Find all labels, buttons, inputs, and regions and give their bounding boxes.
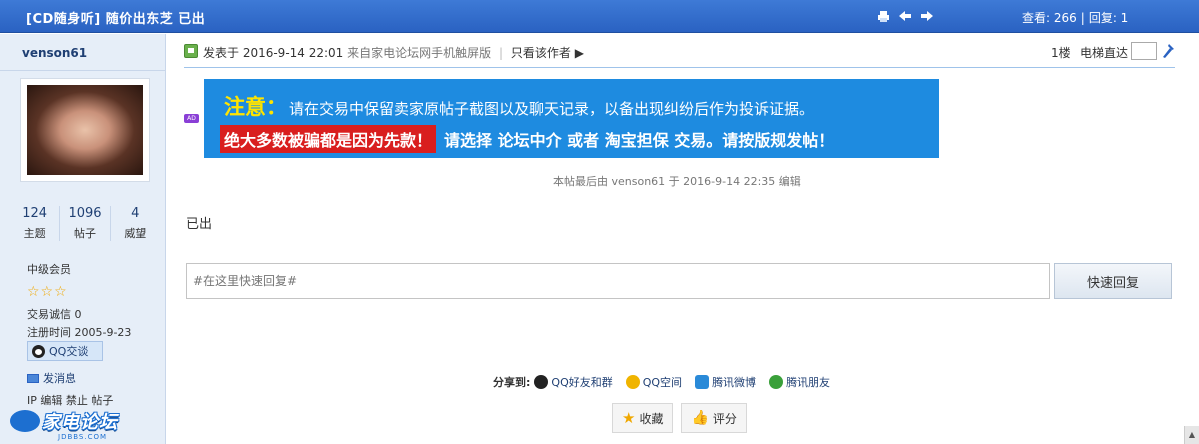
user-rank[interactable]: 中级会员 bbox=[27, 261, 71, 277]
quick-reply-button[interactable]: 快速回复 bbox=[1054, 263, 1172, 299]
replies-count: 回复: 1 bbox=[1088, 11, 1129, 25]
ad-tag: AD bbox=[184, 114, 199, 123]
elevator-input[interactable] bbox=[1131, 42, 1157, 60]
banner-line-2: 绝大多数被骗都是因为先款！ 请选择 论坛中介 或者 淘宝担保 交易。请按版规发帖… bbox=[220, 125, 834, 153]
share-weibo[interactable]: 腾讯微博 bbox=[695, 374, 756, 390]
author-sidebar: venson61 124 主题 1096 帖子 4 威望 中级会员 ☆☆☆ 交易… bbox=[0, 34, 166, 444]
share-label: 分享到: bbox=[493, 376, 531, 389]
post-icon bbox=[184, 44, 198, 58]
floor-number[interactable]: 1楼 bbox=[1051, 44, 1071, 61]
share-friends-label: 腾讯朋友 bbox=[786, 376, 831, 389]
notice-banner[interactable]: 注意： 请在交易中保留卖家原帖子截图以及聊天记录，以备出现纠纷后作为投诉证据。 绝… bbox=[204, 79, 939, 158]
prev-icon[interactable] bbox=[898, 9, 912, 23]
author-stats: 124 主题 1096 帖子 4 威望 bbox=[10, 206, 160, 241]
stat-prestige-label: 威望 bbox=[124, 227, 147, 240]
stats-separator: | bbox=[1080, 11, 1085, 25]
author-name[interactable]: venson61 bbox=[22, 46, 87, 60]
banner-line-2-text: 请选择 论坛中介 或者 淘宝担保 交易。请按版规发帖！ bbox=[444, 131, 835, 150]
next-icon[interactable] bbox=[920, 9, 934, 23]
clover-icon bbox=[769, 375, 784, 389]
avatar-frame[interactable] bbox=[20, 78, 150, 182]
logo-swirl-icon bbox=[10, 410, 40, 432]
elevator-go-icon[interactable] bbox=[1161, 43, 1175, 63]
sidebar-divider bbox=[0, 70, 166, 71]
banner-line-1: 注意： 请在交易中保留卖家原帖子截图以及聊天记录，以备出现纠纷后作为投诉证据。 bbox=[224, 91, 814, 121]
stat-posts[interactable]: 1096 帖子 bbox=[60, 206, 111, 241]
post-divider bbox=[184, 67, 1175, 68]
rank-stars: ☆☆☆ bbox=[27, 284, 68, 300]
post-actions: ★ 收藏 👍 评分 bbox=[612, 403, 747, 433]
only-author-link[interactable]: 只看该作者 ▶ bbox=[511, 46, 584, 60]
scroll-to-top-button[interactable]: ▲ bbox=[1184, 426, 1199, 444]
post-meta-bar: 发表于 2016-9-14 22:01 来自家电论坛网手机触屏版 | 只看该作者… bbox=[184, 42, 1174, 64]
quick-reply-field[interactable] bbox=[186, 263, 1050, 299]
elevator-label: 电梯直达 bbox=[1080, 46, 1129, 60]
share-qzone[interactable]: QQ空间 bbox=[625, 374, 683, 390]
avatar[interactable] bbox=[27, 85, 143, 175]
thread-tools bbox=[876, 9, 934, 23]
qq-chat-label: QQ交谈 bbox=[49, 345, 89, 358]
qzone-icon bbox=[625, 375, 640, 389]
stat-posts-label: 帖子 bbox=[73, 227, 96, 240]
site-logo: 家电论坛 JDBBS.COM bbox=[10, 406, 140, 444]
post-meta: 发表于 2016-9-14 22:01 来自家电论坛网手机触屏版 | 只看该作者… bbox=[203, 44, 584, 61]
star-icon: ★ bbox=[622, 409, 636, 427]
favorite-label: 收藏 bbox=[639, 411, 664, 426]
views-count: 查看: 266 bbox=[1022, 11, 1077, 25]
thread-header: [CD随身听] 随价出东芝 已出 查看: 266 | 回复: 1 bbox=[0, 0, 1199, 33]
rate-label: 评分 bbox=[712, 411, 737, 426]
envelope-icon bbox=[27, 373, 39, 383]
qq-icon bbox=[534, 375, 549, 389]
share-qq-friends[interactable]: QQ好友和群 bbox=[534, 374, 613, 390]
thread-title: [CD随身听] 随价出东芝 已出 bbox=[26, 12, 206, 27]
stat-prestige[interactable]: 4 威望 bbox=[111, 206, 160, 241]
qq-icon bbox=[32, 344, 45, 358]
banner-warning: 绝大多数被骗都是因为先款！ bbox=[220, 125, 437, 153]
meta-separator: | bbox=[499, 46, 504, 60]
post-time: 发表于 2016-9-14 22:01 bbox=[203, 46, 344, 60]
stat-threads-label: 主题 bbox=[23, 227, 46, 240]
qq-chat-button[interactable]: QQ交谈 bbox=[27, 341, 103, 361]
share-qzone-label: QQ空间 bbox=[642, 376, 683, 389]
print-icon[interactable] bbox=[876, 9, 890, 23]
stat-posts-value: 1096 bbox=[68, 206, 102, 221]
post-source: 来自家电论坛网手机触屏版 bbox=[347, 46, 492, 60]
logo-brand: 家电论坛 bbox=[42, 412, 118, 433]
stat-threads-value: 124 bbox=[22, 206, 48, 221]
favorite-button[interactable]: ★ 收藏 bbox=[612, 403, 674, 433]
send-message-link[interactable]: 发消息 bbox=[27, 370, 76, 386]
share-weibo-label: 腾讯微博 bbox=[712, 376, 757, 389]
banner-line-1-text: 请在交易中保留卖家原帖子截图以及聊天记录，以备出现纠纷后作为投诉证据。 bbox=[289, 100, 815, 118]
register-date: 注册时间 2005-9-23 bbox=[27, 326, 132, 339]
share-qq-friends-label: QQ好友和群 bbox=[551, 376, 613, 389]
thumb-up-icon: 👍 bbox=[691, 410, 709, 426]
share-bar: 分享到: QQ好友和群 QQ空间 腾讯微博 腾讯朋友 bbox=[493, 374, 843, 390]
share-friends[interactable]: 腾讯朋友 bbox=[769, 374, 830, 390]
thread-stats: 查看: 266 | 回复: 1 bbox=[1022, 9, 1128, 26]
post-body: 已出 bbox=[186, 217, 213, 232]
weibo-icon bbox=[695, 375, 710, 389]
quick-reply-input[interactable] bbox=[187, 264, 1049, 298]
banner-attention: 注意： bbox=[224, 95, 287, 119]
stat-prestige-value: 4 bbox=[131, 206, 140, 221]
rate-button[interactable]: 👍 评分 bbox=[681, 403, 747, 433]
trade-credit: 交易诚信 0 bbox=[27, 308, 82, 321]
logo-sub: JDBBS.COM bbox=[58, 433, 108, 441]
edited-note: 本帖最后由 venson61 于 2016-9-14 22:35 编辑 bbox=[553, 175, 801, 188]
send-message-label: 发消息 bbox=[43, 372, 76, 385]
stat-threads[interactable]: 124 主题 bbox=[10, 206, 61, 241]
